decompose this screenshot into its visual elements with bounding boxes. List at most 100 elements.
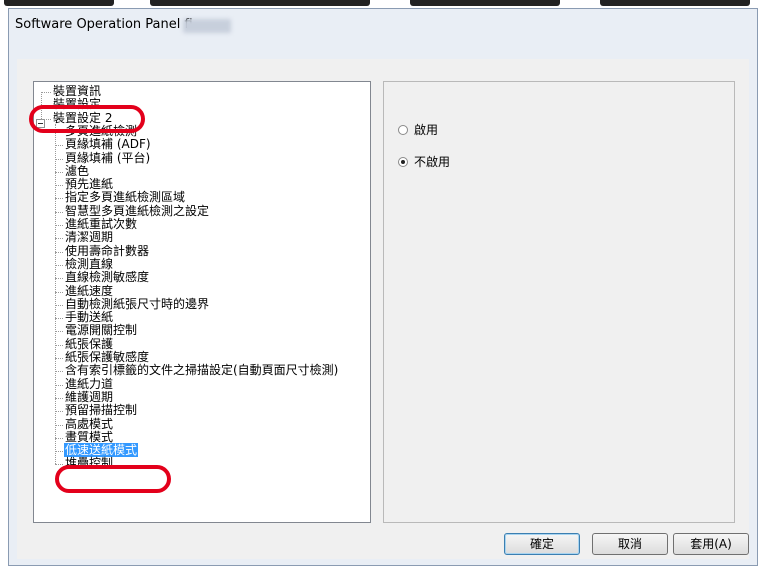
settings-tree[interactable]: 裝置資訊 裝置設定 裝置設定 2 多頁進紙檢測 頁緣填補 (ADF) 頁緣填補 (平台) 濾…	[33, 81, 371, 523]
dialog-client-area: 裝置資訊 裝置設定 裝置設定 2 多頁進紙檢測 頁緣填補 (ADF) 頁緣填補 (平台) 濾…	[17, 59, 749, 559]
cropped-text-fragment	[4, 0, 114, 6]
redacted-model-number	[183, 19, 231, 33]
tree-connector	[55, 411, 63, 413]
tree-connector	[55, 451, 63, 453]
tree-connector	[55, 424, 63, 426]
tree-item-setting[interactable]: 頁緣填補 (ADF)	[64, 138, 152, 151]
radio-button-icon[interactable]	[398, 157, 408, 167]
tree-connector	[55, 185, 63, 187]
tree-connector	[55, 397, 63, 399]
collapse-toggle-icon[interactable]	[36, 119, 45, 128]
tree-connector	[55, 158, 63, 160]
tree-item-label: 多頁進紙檢測	[65, 123, 138, 138]
tree-item-label: 含有索引標籤的文件之掃描設定(自動頁面尺寸檢測)	[65, 363, 339, 378]
tree-item-label: 電源開關控制	[65, 323, 138, 338]
tree-item-label: 畫質模式	[65, 429, 114, 444]
tree-connector	[41, 92, 42, 119]
tree-connector	[55, 264, 63, 266]
tree-item-label: 高處模式	[65, 416, 114, 431]
tree-item-setting[interactable]: 堆疊控制	[64, 457, 114, 470]
tree-item-setting[interactable]: 進紙速度	[64, 283, 114, 298]
tree-item-label: 低速送紙模式	[64, 443, 139, 458]
tree-item-setting[interactable]: 含有索引標籤的文件之掃描設定(自動頁面尺寸檢測)	[64, 364, 339, 377]
tree-item-setting[interactable]: 自動檢測紙張尺寸時的邊界	[64, 296, 210, 311]
tree-item-setting[interactable]: 智慧型多頁進紙檢測之設定	[64, 203, 210, 218]
tree-connector	[55, 225, 63, 226]
tree-item-label: 進紙力道	[65, 376, 114, 391]
tree-item-label: 進紙速度	[65, 283, 114, 298]
tree-item-label: 檢測直線	[65, 256, 114, 271]
tree-connector	[55, 145, 63, 147]
cancel-button[interactable]: 取消	[592, 533, 668, 555]
radio-enable-label: 啟用	[414, 123, 439, 137]
tree-item-label: 裝置設定	[53, 97, 102, 112]
tree-connector	[55, 278, 63, 280]
tree-item-setting[interactable]: 檢測直線	[64, 256, 114, 271]
tree-item-label: 頁緣填補 (ADF)	[65, 137, 151, 152]
tree-connector	[41, 118, 51, 120]
tree-connector	[55, 437, 63, 439]
tree-item-setting[interactable]: 指定多頁進紙檢測區域	[64, 191, 186, 204]
tree-connector	[55, 384, 63, 386]
tree-item-setting[interactable]: 畫質模式	[64, 429, 114, 444]
radio-disable-label: 不啟用	[414, 155, 451, 169]
tree-connector	[55, 318, 63, 320]
ok-button[interactable]: 確定	[504, 533, 580, 555]
tree-item-setting[interactable]: 頁緣填補 (平台)	[64, 150, 151, 165]
tree-connector	[55, 198, 63, 200]
apply-button[interactable]: 套用(A)	[673, 533, 749, 555]
tree-connector	[55, 371, 63, 373]
tree-item-label: 預留掃描控制	[65, 403, 138, 418]
tree-connector	[55, 251, 63, 253]
tree-connector	[55, 304, 63, 306]
options-panel: 啟用 不啟用	[383, 81, 735, 523]
tree-connector	[55, 238, 63, 240]
tree-item-label: 裝置資訊	[53, 84, 102, 98]
tree-item-setting[interactable]: 高處模式	[64, 416, 114, 431]
tree-item-label: 手動送紙	[65, 310, 114, 325]
tree-connector	[55, 211, 63, 213]
tree-item-setting[interactable]: 電源開關控制	[64, 324, 138, 337]
tree-item-setting[interactable]: 濾色	[64, 163, 90, 178]
tree-connector	[55, 344, 63, 346]
cropped-text-fragment	[600, 0, 750, 6]
tree-item-setting[interactable]: 多頁進紙檢測	[64, 123, 138, 138]
tree-item-label: 維護週期	[65, 389, 114, 404]
tree-item-label: 裝置設定 2	[53, 110, 113, 125]
tree-connector	[41, 92, 51, 93]
tree-item-setting[interactable]: 預留掃描控制	[64, 404, 138, 417]
tree-item-setting[interactable]: 紙張保護	[64, 336, 114, 351]
tree-item-setting[interactable]: 進紙力道	[64, 376, 114, 391]
tree-item-label: 清潔週期	[65, 230, 114, 245]
tree-item-category[interactable]: 裝置設定 2	[52, 110, 113, 125]
tree-connector	[55, 331, 63, 333]
tree-item-label: 堆疊控制	[65, 456, 114, 471]
tree-connector	[55, 291, 63, 293]
tree-item-label: 預先進紙	[65, 177, 114, 192]
tree-item-setting[interactable]: 維護週期	[64, 389, 114, 404]
dialog-window: Software Operation Panel fi- 裝置資訊 裝置設定 裝置設…	[8, 8, 758, 566]
tree-item-label: 進紙重試次數	[65, 217, 138, 231]
tree-connector	[41, 105, 51, 107]
tree-item-setting[interactable]: 使用壽命計數器	[64, 243, 150, 258]
window-title: Software Operation Panel fi-	[15, 17, 198, 32]
cropped-text-fragment	[410, 0, 560, 6]
tree-item-label: 濾色	[65, 163, 90, 178]
tree-item-label: 頁緣填補 (平台)	[65, 150, 151, 165]
tree-item-setting[interactable]: 直線檢測敏感度	[64, 271, 150, 284]
tree-item-category[interactable]: 裝置設定	[52, 98, 102, 111]
tree-item-label: 使用壽命計數器	[65, 243, 150, 258]
tree-connector	[55, 358, 63, 359]
title-bar[interactable]: Software Operation Panel fi-	[9, 9, 757, 49]
radio-button-icon[interactable]	[398, 125, 408, 135]
cropped-text-fragment	[150, 0, 370, 6]
tree-item-label: 指定多頁進紙檢測區域	[65, 190, 186, 205]
tree-item-label: 自動檢測紙張尺寸時的邊界	[65, 296, 210, 311]
tree-item-label: 紙張保護	[65, 336, 114, 351]
tree-connector	[55, 464, 63, 466]
tree-item-label: 直線檢測敏感度	[65, 270, 150, 285]
tree-connector	[55, 171, 63, 173]
tree-item-label: 智慧型多頁進紙檢測之設定	[65, 203, 210, 218]
tree-item-setting[interactable]: 清潔週期	[64, 231, 114, 244]
tree-connector	[55, 123, 56, 465]
